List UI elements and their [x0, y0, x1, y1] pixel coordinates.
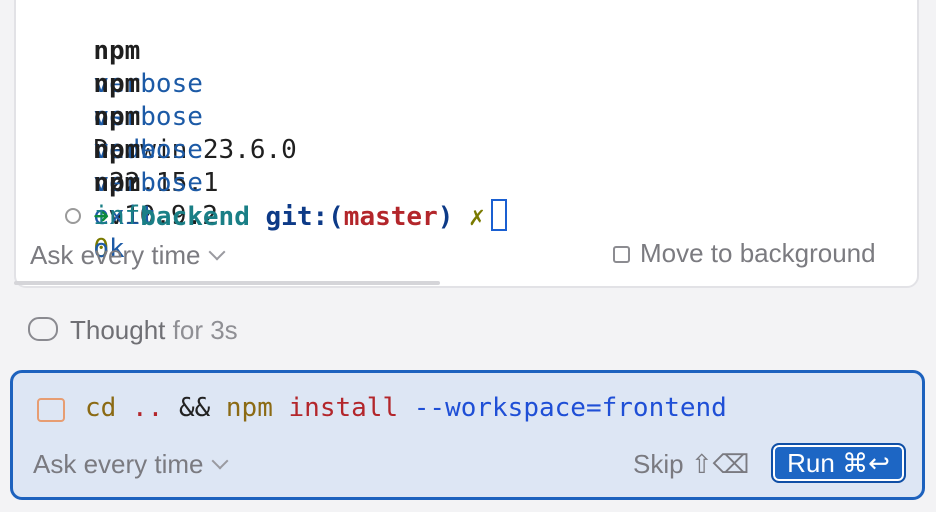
run-button[interactable]: Run ⌘↩: [771, 443, 906, 483]
command-text: cd .. && npm install --workspace=fronten…: [85, 391, 727, 425]
command-panel: cd .. && npm install --workspace=fronten…: [10, 370, 925, 500]
cursor-icon: [490, 198, 507, 231]
external-window-icon: [613, 246, 630, 263]
thought-duration: for 3s: [172, 315, 238, 345]
git-close: ): [437, 202, 454, 232]
workspace-flag-token: --workspace=frontend: [413, 393, 727, 423]
prompt-arrow-icon: ➜: [93, 202, 109, 232]
move-to-background-label: Move to background: [640, 238, 876, 268]
npm-token: npm: [225, 393, 273, 423]
status-circle-icon: [65, 207, 82, 224]
ask-every-time-label: Ask every time: [33, 449, 204, 479]
git-label: git:(: [265, 202, 344, 232]
thought-label: Thought: [70, 315, 166, 345]
skip-shortcut: ⇧⌫: [690, 449, 750, 479]
command-ask-dropdown[interactable]: Ask every time: [33, 448, 228, 480]
and-token: &&: [178, 393, 211, 423]
run-label: Run: [787, 448, 835, 478]
chevron-down-icon: [211, 452, 228, 470]
horizontal-scrollbar[interactable]: [14, 281, 440, 285]
dirty-icon: ✗: [469, 202, 485, 232]
terminal-prompt-line: ➜ backend git:(master) ✗: [34, 168, 507, 234]
terminal-icon: [37, 398, 65, 422]
parent-dir-token: ..: [131, 393, 164, 423]
brain-icon: [28, 317, 58, 341]
thought-status: Thought for 3s: [28, 314, 238, 346]
run-shortcut: ⌘↩: [842, 448, 890, 478]
skip-button[interactable]: Skip ⇧⌫: [633, 448, 749, 480]
ask-every-time-dropdown[interactable]: Ask every time: [30, 239, 225, 271]
install-token: install: [288, 393, 399, 423]
folder-name: backend: [140, 202, 250, 232]
branch-name: master: [343, 202, 438, 232]
chevron-down-icon: [208, 243, 225, 261]
ask-every-time-label: Ask every time: [30, 240, 201, 270]
move-to-background-button[interactable]: Move to background: [613, 237, 876, 269]
cd-token: cd: [85, 393, 117, 423]
skip-label: Skip: [633, 449, 684, 479]
